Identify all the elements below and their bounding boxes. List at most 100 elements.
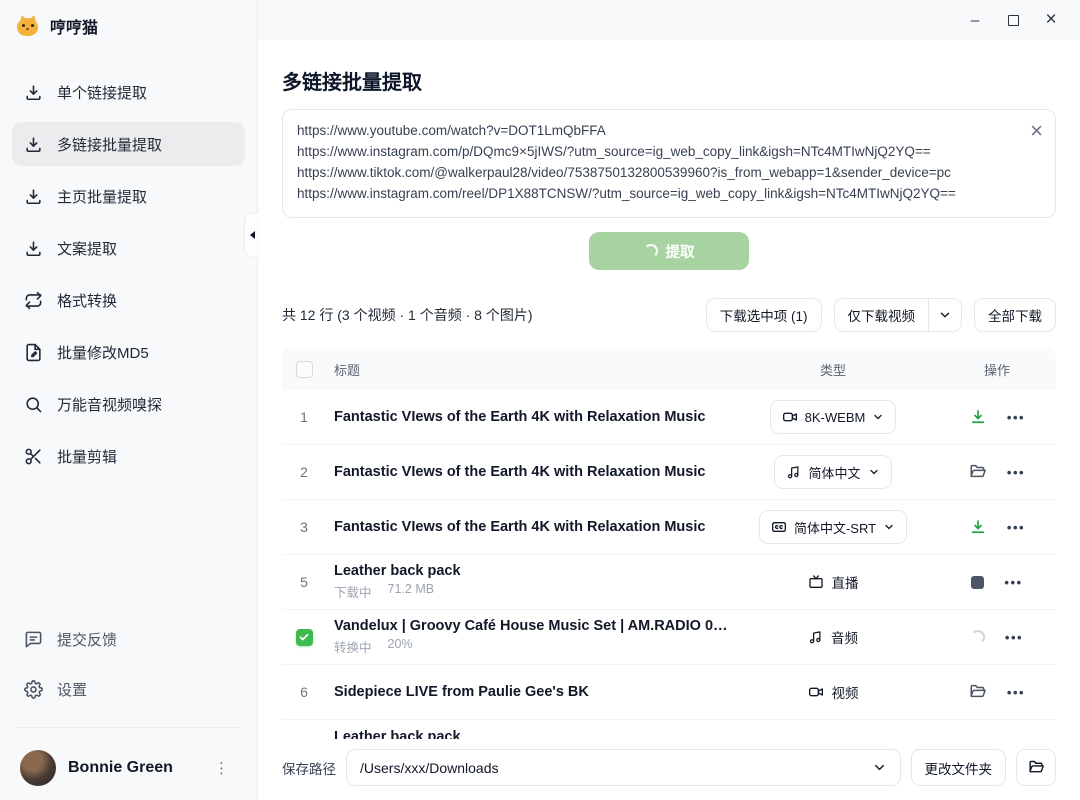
- sidebar-item-label: 提交反馈: [57, 629, 117, 650]
- row-title: Vandelux | Groovy Café House Music Set |…: [334, 618, 728, 634]
- app-title: 哼哼猫: [50, 14, 98, 38]
- chevron-down-icon: [872, 411, 884, 423]
- sidebar-divider: [16, 727, 241, 728]
- row-status: 下载中 71.2 MB: [334, 582, 728, 601]
- table-row: 5 Leather back pack 下载中 71.2 MB 直播: [282, 555, 1056, 610]
- format-select-chip[interactable]: 8K-WEBM: [770, 400, 897, 434]
- change-folder-button[interactable]: 更改文件夹: [911, 749, 1007, 786]
- download-icon: [24, 83, 43, 102]
- bulk-actions: 下载选中项 (1) 仅下载视频 全部下载: [706, 298, 1056, 332]
- sidebar-item-homepage-batch-extract[interactable]: 主页批量提取: [12, 174, 245, 218]
- download-icon: [24, 239, 43, 258]
- links-textarea[interactable]: https://www.youtube.com/watch?v=DOT1LmQb…: [297, 120, 1015, 202]
- status-value: 20%: [388, 637, 413, 656]
- save-path-bar: 保存路径 /Users/xxx/Downloads 更改文件夹: [258, 739, 1080, 800]
- type-indicator: 视频: [808, 682, 859, 702]
- type-indicator: 音频: [808, 627, 858, 647]
- sidebar-item-label: 万能音视频嗅探: [57, 394, 162, 415]
- open-folder-icon[interactable]: [969, 463, 987, 481]
- sidebar-item-media-sniffer[interactable]: 万能音视频嗅探: [12, 382, 245, 426]
- sidebar-collapse-handle[interactable]: [244, 212, 259, 258]
- user-name: Bonnie Green: [68, 759, 194, 777]
- app-brand: 哼哼猫: [0, 10, 257, 52]
- status-value: 71.2 MB: [388, 582, 435, 601]
- download-videos-only-label: 仅下载视频: [835, 299, 929, 331]
- type-label: 视频: [832, 682, 859, 702]
- sidebar-item-settings[interactable]: 设置: [12, 667, 245, 711]
- download-videos-only-button[interactable]: 仅下载视频: [834, 298, 963, 332]
- row-title: Fantastic VIews of the Earth 4K with Rel…: [334, 409, 728, 425]
- type-indicator: 直播: [808, 572, 859, 592]
- row-index: 3: [300, 519, 308, 535]
- sidebar: 哼哼猫 单个链接提取 多链接批量提取 主页批量提取 文案提取 格式转换: [0, 0, 258, 800]
- sidebar-item-batch-clip[interactable]: 批量剪辑: [12, 434, 245, 478]
- user-menu-kebab-icon[interactable]: ⋮: [206, 762, 237, 775]
- table-row: 1 Fantastic VIews of the Earth 4K with R…: [282, 390, 1056, 445]
- table-row: 2 Fantastic VIews of the Earth 4K with R…: [282, 445, 1056, 500]
- type-label: 音频: [831, 627, 858, 647]
- video-camera-icon: [808, 684, 824, 700]
- maximize-button[interactable]: [998, 6, 1028, 34]
- convert-icon: [24, 291, 43, 310]
- cat-logo-icon: [16, 15, 40, 37]
- row-title: Fantastic VIews of the Earth 4K with Rel…: [334, 519, 728, 535]
- chevron-left-icon: [250, 231, 255, 239]
- more-actions-icon[interactable]: •••: [1005, 630, 1023, 645]
- music-note-icon: [808, 630, 823, 645]
- download-icon: [24, 187, 43, 206]
- sidebar-item-single-link-extract[interactable]: 单个链接提取: [12, 70, 245, 114]
- more-actions-icon[interactable]: •••: [1004, 575, 1022, 590]
- row-index: 2: [300, 464, 308, 480]
- format-label: 8K-WEBM: [805, 410, 866, 425]
- link-input-container: https://www.youtube.com/watch?v=DOT1LmQb…: [282, 109, 1056, 218]
- sidebar-item-label: 单个链接提取: [57, 82, 147, 103]
- user-profile[interactable]: Bonnie Green ⋮: [12, 744, 245, 786]
- feedback-icon: [24, 630, 43, 649]
- sidebar-item-multi-link-extract[interactable]: 多链接批量提取: [12, 122, 245, 166]
- save-path-label: 保存路径: [282, 758, 336, 778]
- chevron-down-icon: [883, 521, 895, 533]
- more-actions-icon[interactable]: •••: [1007, 465, 1025, 480]
- clear-input-icon[interactable]: ×: [1030, 122, 1043, 140]
- table-row: 3 Fantastic VIews of the Earth 4K with R…: [282, 500, 1056, 555]
- download-selected-button[interactable]: 下载选中项 (1): [706, 298, 822, 332]
- more-actions-icon[interactable]: •••: [1007, 410, 1025, 425]
- format-label: 简体中文: [808, 463, 860, 482]
- results-table: 标题 类型 操作 1 Fantastic VIews of the Earth …: [282, 348, 1056, 775]
- download-icon: [24, 135, 43, 154]
- download-icon[interactable]: [969, 518, 987, 536]
- stats-row: 共 12 行 (3 个视频 · 1 个音频 · 8 个图片) 下载选中项 (1)…: [282, 298, 1056, 332]
- chevron-down-icon[interactable]: [928, 299, 961, 331]
- app-window: 哼哼猫 单个链接提取 多链接批量提取 主页批量提取 文案提取 格式转换: [0, 0, 1080, 800]
- avatar: [20, 750, 56, 786]
- select-all-checkbox[interactable]: [296, 361, 313, 378]
- result-count-text: 共 12 行 (3 个视频 · 1 个音频 · 8 个图片): [282, 305, 532, 325]
- close-button[interactable]: ×: [1036, 6, 1066, 34]
- gear-icon: [24, 680, 43, 699]
- format-select-chip[interactable]: 简体中文: [774, 455, 891, 489]
- sidebar-item-text-extract[interactable]: 文案提取: [12, 226, 245, 270]
- sidebar-item-format-convert[interactable]: 格式转换: [12, 278, 245, 322]
- video-camera-icon: [782, 409, 798, 425]
- more-actions-icon[interactable]: •••: [1007, 520, 1025, 535]
- download-icon[interactable]: [969, 408, 987, 426]
- row-index: 1: [300, 409, 308, 425]
- more-actions-icon[interactable]: •••: [1007, 685, 1025, 700]
- scissors-icon: [24, 447, 43, 466]
- save-path-select[interactable]: /Users/xxx/Downloads: [346, 749, 901, 786]
- save-path-value: /Users/xxx/Downloads: [360, 760, 499, 776]
- minimize-button[interactable]: –: [960, 6, 990, 34]
- stop-icon[interactable]: [971, 576, 984, 589]
- download-all-button[interactable]: 全部下载: [974, 298, 1056, 332]
- sidebar-item-feedback[interactable]: 提交反馈: [12, 617, 245, 661]
- sidebar-item-label: 多链接批量提取: [57, 134, 162, 155]
- sidebar-item-label: 批量修改MD5: [57, 342, 149, 363]
- open-folder-button[interactable]: [1016, 749, 1056, 786]
- sidebar-item-batch-modify-md5[interactable]: 批量修改MD5: [12, 330, 245, 374]
- sidebar-footer: 提交反馈 设置 Bonnie Green ⋮: [0, 617, 257, 786]
- row-checkbox-checked[interactable]: [296, 629, 313, 646]
- open-folder-icon[interactable]: [969, 683, 987, 701]
- format-select-chip[interactable]: 简体中文-SRT: [759, 510, 907, 544]
- extract-button[interactable]: 提取: [589, 232, 749, 270]
- chevron-down-icon: [872, 760, 887, 775]
